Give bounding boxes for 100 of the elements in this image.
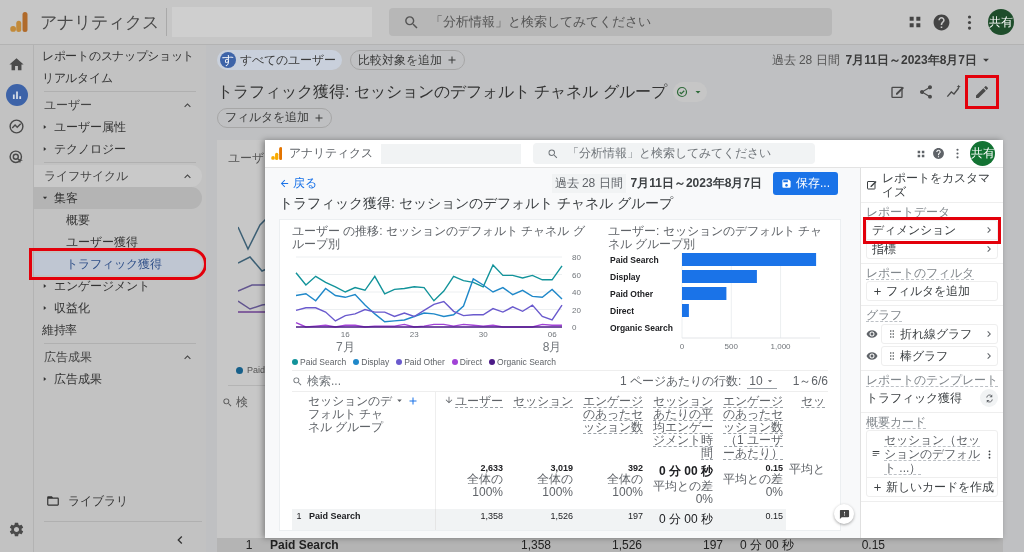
column-header[interactable]: セッション	[513, 395, 573, 408]
table-cell: 197	[576, 509, 646, 530]
nav-item[interactable]: 広告成果	[34, 368, 202, 390]
nav-item[interactable]: 維持率	[34, 319, 202, 341]
search-icon	[402, 13, 420, 31]
column-header[interactable]: セッションのデフォルト チャネル グループ	[308, 395, 392, 434]
avatar[interactable]: 共有	[970, 141, 995, 166]
feedback-button[interactable]	[834, 504, 854, 524]
axis-label: 1,000	[770, 342, 791, 351]
chart-item[interactable]: 折れ線グラフ	[881, 324, 998, 344]
total-note: 全体の 100%	[536, 473, 573, 499]
axis-label: 8月	[542, 340, 562, 354]
table-cell-text: 0 分 00 秒	[738, 538, 794, 552]
status-chip[interactable]	[672, 82, 707, 102]
nav-item[interactable]: 収益化	[34, 297, 202, 319]
column-header[interactable]: セッションあたりの平均エンゲージメント時間	[649, 395, 713, 460]
search-field[interactable]: 「分析情報」と検索してみてください	[533, 143, 816, 164]
nav-item[interactable]: レポートのスナップショット	[34, 45, 202, 67]
legend-label: Paid	[247, 365, 265, 375]
axis-label: 23	[409, 330, 419, 339]
summary-card-item[interactable]: セッション（セッションのデフォルト ...）	[867, 431, 997, 478]
total-note: 全体の 100%	[606, 473, 643, 499]
nav-item[interactable]: エンゲージメント	[34, 275, 202, 297]
search-icon	[222, 397, 233, 408]
apps-icon[interactable]	[907, 14, 923, 30]
settings-icon	[8, 520, 25, 538]
save-button[interactable]: 保存...	[773, 171, 838, 195]
avatar[interactable]: 共有	[988, 9, 1014, 35]
axis-label: 06	[547, 330, 557, 339]
nav-item[interactable]: 集客	[34, 187, 202, 209]
library-link[interactable]: ライブラリ	[34, 489, 202, 513]
apps-icon[interactable]	[916, 148, 926, 159]
drag-handle-icon	[887, 329, 897, 339]
axis-label: 60	[572, 270, 581, 280]
axis-label: 0	[679, 342, 685, 351]
table-cell-text: 197	[701, 538, 723, 552]
pencil-icon	[974, 84, 990, 100]
panel-menu-item[interactable]: ディメンション	[867, 221, 997, 240]
bar-chart-button[interactable]	[5, 84, 28, 106]
column-header[interactable]: エンゲージのあったセッション数	[579, 395, 643, 434]
report-title: トラフィック獲得: セッションのデフォルト チャネル グループ	[279, 195, 675, 213]
total-note: 平均との差 0%	[652, 480, 713, 506]
analytics-logo	[271, 147, 283, 160]
table-cell: 1,358	[436, 509, 506, 530]
column-header[interactable]: ユーザー	[455, 395, 503, 408]
section-label: レポートのテンプレート	[866, 373, 998, 387]
eye-icon[interactable]	[866, 328, 878, 340]
date-period: 過去 28 日間	[551, 173, 626, 193]
date-range-button[interactable]: 7月11日～2023年8月7日	[845, 51, 993, 69]
nav-section-header[interactable]: 広告成果	[34, 346, 202, 368]
plus-icon	[872, 285, 883, 297]
nav-item[interactable]: リアルタイム	[34, 67, 202, 89]
add-button[interactable]: フィルタを追加	[867, 282, 997, 300]
legend-dot	[236, 366, 243, 374]
explore-icon	[8, 117, 25, 135]
nav-item[interactable]: テクノロジー	[34, 138, 202, 160]
nav-section-header[interactable]: ライフサイクル	[34, 165, 202, 187]
arrow-back-icon	[279, 177, 290, 189]
template-name: トラフィック獲得	[866, 389, 962, 407]
search-field[interactable]: 検	[222, 394, 248, 411]
eye-icon[interactable]	[866, 350, 878, 362]
nav-section-header[interactable]: ユーザー	[34, 94, 202, 116]
search-field[interactable]: 「分析情報」と検索してみてください	[388, 8, 832, 36]
share-icon	[918, 84, 934, 100]
add-button[interactable]: 新しいカードを作成	[867, 478, 997, 496]
legend-label: Display	[361, 357, 390, 367]
chart-item[interactable]: 棒グラフ	[881, 346, 998, 366]
chart-title: ユーザー の推移: セッションのデフォルト チャネル グループ別	[292, 225, 586, 251]
save-icon	[781, 177, 792, 189]
table-search-field[interactable]: 検索...	[292, 372, 614, 390]
target-icon	[8, 148, 25, 166]
help-icon[interactable]	[932, 147, 945, 160]
nav-item[interactable]: ユーザー属性	[34, 116, 202, 138]
panel-menu-item[interactable]: 指標	[867, 240, 997, 258]
category-label: Display	[610, 271, 641, 282]
table-cell: 0.15	[716, 509, 786, 530]
help-icon[interactable]	[932, 12, 951, 32]
column-header[interactable]: エンゲージのあったセッション数（1 ユーザーあたり）	[719, 395, 783, 460]
nav-item[interactable]: 概要	[34, 209, 202, 231]
search-icon	[292, 375, 303, 387]
back-link[interactable]: 戻る	[279, 174, 317, 192]
table-cell-text: 1	[244, 538, 254, 552]
unlink-template-button[interactable]	[980, 389, 998, 407]
page-range: 1～6/6	[792, 372, 828, 390]
table-cell: 1,526	[506, 509, 576, 530]
legend-label: Direct	[459, 357, 483, 367]
rows-per-page-select[interactable]: 10	[747, 373, 777, 389]
total-note: 全体の 100%	[466, 473, 503, 499]
segment-chip[interactable]: す すべてのユーザー	[217, 50, 342, 70]
sync-icon	[983, 392, 995, 404]
total-note: 平均と	[789, 463, 825, 476]
add-icon[interactable]	[407, 395, 419, 407]
category-label: Paid Search	[610, 254, 659, 265]
edit-report-icon	[890, 84, 906, 100]
chart-title: ユーザー: セッションのデフォルト チャネル グループ別	[608, 225, 823, 251]
section-label: レポートのフィルタ	[866, 266, 974, 280]
nav-item[interactable]: ユーザー獲得	[34, 231, 202, 253]
card-title: ユーザ	[228, 150, 264, 167]
column-header[interactable]: セッ	[801, 395, 825, 408]
axis-label: 7月	[335, 340, 355, 354]
